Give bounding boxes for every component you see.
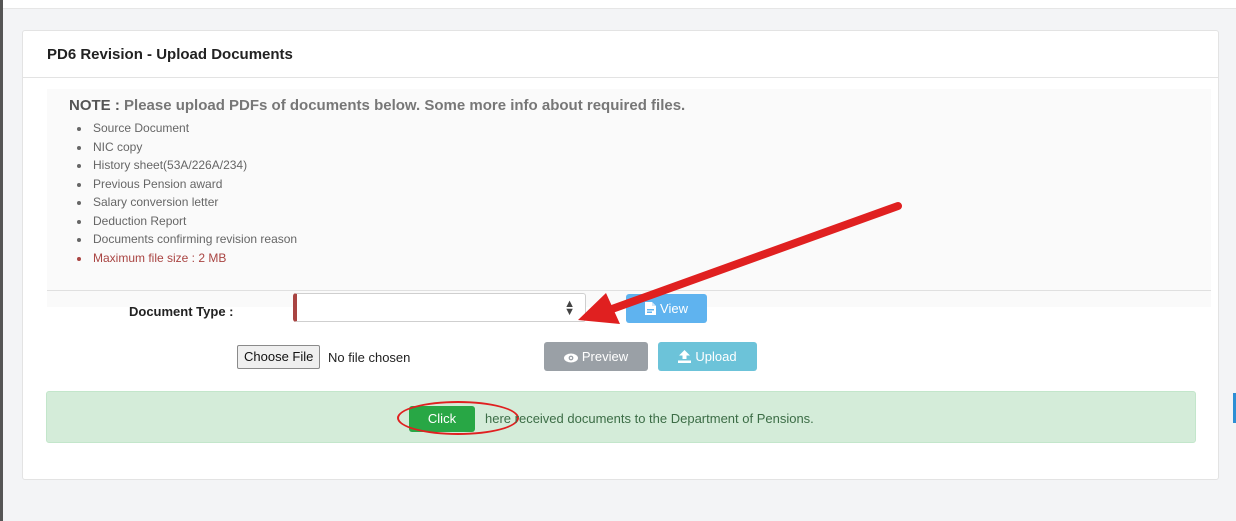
select-caret-icon: ▲ ▼ — [564, 298, 575, 318]
pdf-file-icon — [645, 296, 657, 325]
upload-button[interactable]: Upload — [658, 342, 757, 371]
page: PD6 Revision - Upload Documents NOTE : P… — [0, 0, 1236, 521]
send-documents-text: here received documents to the Departmen… — [485, 411, 814, 426]
view-button[interactable]: View — [626, 294, 707, 323]
list-item: Deduction Report — [77, 214, 297, 233]
note-area: NOTE : Please upload PDFs of documents b… — [47, 89, 1211, 307]
upload-icon — [678, 344, 692, 373]
note-text: Please upload PDFs of documents below. S… — [124, 97, 686, 114]
preview-button[interactable]: Preview — [544, 342, 648, 371]
left-window-edge — [0, 0, 3, 521]
list-item: History sheet(53A/226A/234) — [77, 158, 297, 177]
max-file-size-note: Maximum file size : 2 MB — [77, 251, 297, 270]
document-type-label: Document Type : — [129, 304, 234, 319]
note-label: NOTE : — [69, 97, 120, 114]
preview-button-label: Preview — [581, 349, 629, 364]
divider — [47, 290, 1211, 291]
document-type-select[interactable]: ▲ ▼ — [293, 293, 586, 322]
send-documents-bar: Click here received documents to the Dep… — [46, 391, 1196, 443]
required-documents-list: Source Document NIC copy History sheet(5… — [77, 121, 297, 269]
file-status-text: No file chosen — [328, 349, 411, 365]
list-item: NIC copy — [77, 140, 297, 159]
top-strip — [3, 0, 1236, 9]
view-button-label: View — [660, 301, 688, 316]
panel-heading: PD6 Revision - Upload Documents — [23, 31, 1218, 78]
note-line: NOTE : Please upload PDFs of documents b… — [69, 97, 685, 114]
eye-icon — [563, 344, 578, 373]
upload-button-label: Upload — [695, 349, 737, 364]
choose-file-button[interactable]: Choose File — [237, 345, 321, 369]
list-item: Documents confirming revision reason — [77, 232, 297, 251]
list-item: Salary conversion letter — [77, 195, 297, 214]
file-input[interactable]: Choose File No file chosen — [237, 345, 410, 369]
upload-panel: PD6 Revision - Upload Documents NOTE : P… — [22, 30, 1219, 480]
panel-title: PD6 Revision - Upload Documents — [47, 46, 293, 63]
list-item: Source Document — [77, 121, 297, 140]
list-item: Previous Pension award — [77, 177, 297, 196]
